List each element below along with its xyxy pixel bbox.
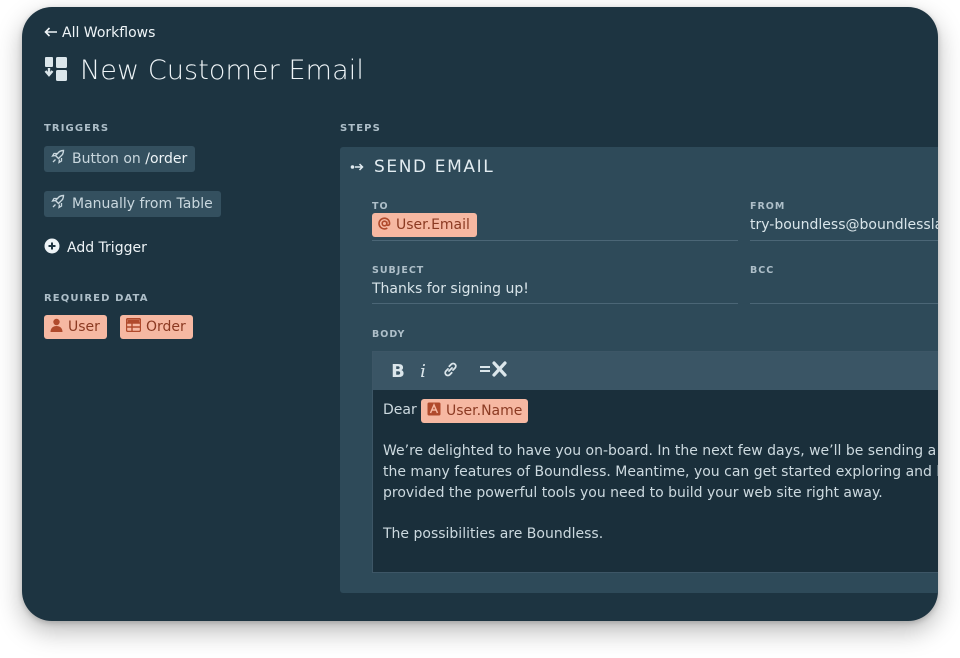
editor-toolbar: B i [373,352,938,390]
user-name-variable[interactable]: User.Name [421,399,529,423]
trigger-label: Button on /order [72,151,188,167]
from-label: FROM [750,201,786,212]
bcc-label: BCC [750,265,775,276]
italic-button[interactable]: i [413,352,433,390]
from-field-underline [750,240,938,241]
subject-field[interactable]: Thanks for signing up! [372,281,529,297]
body-line: We’re delighted to have you on-board. In… [383,443,938,459]
link-button[interactable] [439,352,461,390]
step-arrow-icon [350,157,364,177]
step-header: SEND EMAIL [350,157,494,177]
step-title: SEND EMAIL [374,157,495,177]
text-variable-icon [427,402,441,420]
body-editor[interactable]: B i Dear User.Name We’re delighted to ha… [372,351,938,573]
body-line: the many features of Boundless. Meantime… [383,464,938,480]
to-field-underline [372,240,738,241]
trigger-label: Manually from Table [72,196,213,212]
to-value-chip[interactable]: User.Email [372,213,477,237]
workflow-icon [44,56,68,86]
required-data-label: REQUIRED DATA [44,293,149,304]
subject-label: SUBJECT [372,265,425,276]
app-window: All Workflows New Customer Email TRIGGER… [22,7,938,621]
to-label: TO [372,201,389,212]
back-link[interactable]: All Workflows [44,25,155,41]
table-icon [125,317,142,336]
steps-label: STEPS [340,123,381,134]
clear-format-icon [479,361,509,381]
left-arrow-icon [44,25,58,41]
body-line: provided the powerful tools you need to … [383,485,883,501]
at-icon [378,216,391,234]
body-line: The possibilities are Boundless. [383,526,604,542]
clear-format-button[interactable] [477,352,511,390]
user-icon [50,318,63,336]
trigger-button-order[interactable]: Button on /order [44,146,196,172]
bcc-field-underline [750,303,938,304]
body-greeting: Dear [383,402,417,418]
link-icon [442,361,459,382]
add-trigger-button[interactable]: Add Trigger [44,238,147,258]
trigger-manual-table[interactable]: Manually from Table [44,191,221,217]
triggers-label: TRIGGERS [44,123,110,134]
rocket-icon [50,149,66,169]
page-header: New Customer Email [44,55,364,86]
bold-button[interactable]: B [387,352,409,390]
rocket-icon [50,194,66,214]
plus-circle-icon [44,238,60,258]
body-label: BODY [372,329,406,340]
page-title: New Customer Email [80,55,364,86]
back-link-label: All Workflows [62,25,156,41]
send-email-step[interactable]: SEND EMAIL TO User.Email FROM try-boundl… [340,147,938,593]
required-data-order[interactable]: Order [120,315,193,339]
subject-field-underline [372,303,738,304]
from-field[interactable]: try-boundless@boundlessla [750,217,938,233]
required-data-user[interactable]: User [44,315,107,339]
add-trigger-label: Add Trigger [67,240,147,256]
